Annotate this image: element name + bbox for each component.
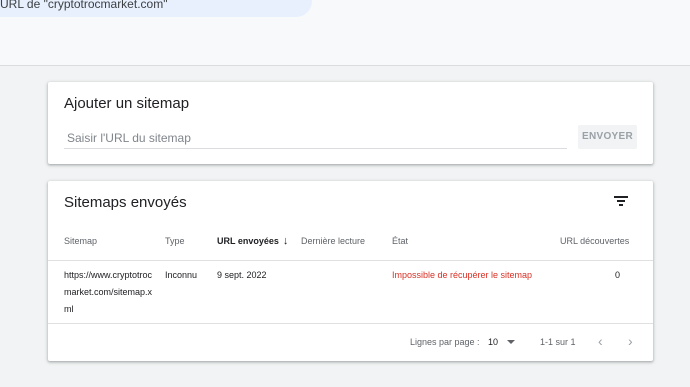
next-page-icon[interactable]: › [628, 333, 633, 349]
arrow-down-icon: ↓ [282, 235, 289, 247]
column-header-submitted[interactable]: URL envoyées ↓ [217, 235, 289, 247]
sitemap-url-field[interactable] [64, 126, 570, 149]
rows-per-page-label: Lignes par page : [410, 337, 480, 347]
property-url-chip[interactable]: URL de "cryptotrocmarket.com" [0, 0, 312, 17]
sitemap-url-input[interactable] [64, 126, 570, 148]
column-header-sitemap[interactable]: Sitemap [64, 236, 97, 246]
column-header-type[interactable]: Type [165, 236, 185, 246]
add-sitemap-card: Ajouter un sitemap ENVOYER [48, 82, 653, 164]
discovered-cell: 0 [615, 270, 621, 280]
page-header-area: URL de "cryptotrocmarket.com" [0, 0, 690, 65]
footer-divider [48, 323, 653, 324]
pagination-range: 1-1 sur 1 [540, 337, 576, 347]
header-divider [0, 65, 690, 66]
submitted-sitemaps-title: Sitemaps envoyés [64, 194, 187, 211]
column-header-submitted-label: URL envoyées [217, 236, 279, 246]
status-cell: Impossible de récupérer le sitemap [392, 270, 533, 280]
add-sitemap-title: Ajouter un sitemap [64, 95, 190, 112]
dropdown-caret-icon[interactable] [507, 340, 515, 344]
column-header-status[interactable]: État [392, 236, 408, 246]
header-row-divider [48, 260, 653, 261]
previous-page-icon[interactable]: ‹ [598, 333, 603, 349]
column-header-last-read[interactable]: Dernière lecture [301, 236, 365, 246]
column-header-discovered[interactable]: URL découvertes [560, 236, 629, 246]
send-button[interactable]: ENVOYER [578, 125, 637, 149]
filter-icon[interactable] [614, 195, 628, 207]
submitted-sitemaps-card: Sitemaps envoyés Sitemap Type URL envoyé… [48, 181, 653, 361]
sitemap-url-cell[interactable]: https://www.cryptotrocmarket.com/sitemap… [64, 267, 156, 318]
rows-per-page-select[interactable]: 10 [488, 337, 498, 347]
submitted-cell: 9 sept. 2022 [217, 270, 267, 280]
type-cell: Inconnu [165, 270, 198, 280]
